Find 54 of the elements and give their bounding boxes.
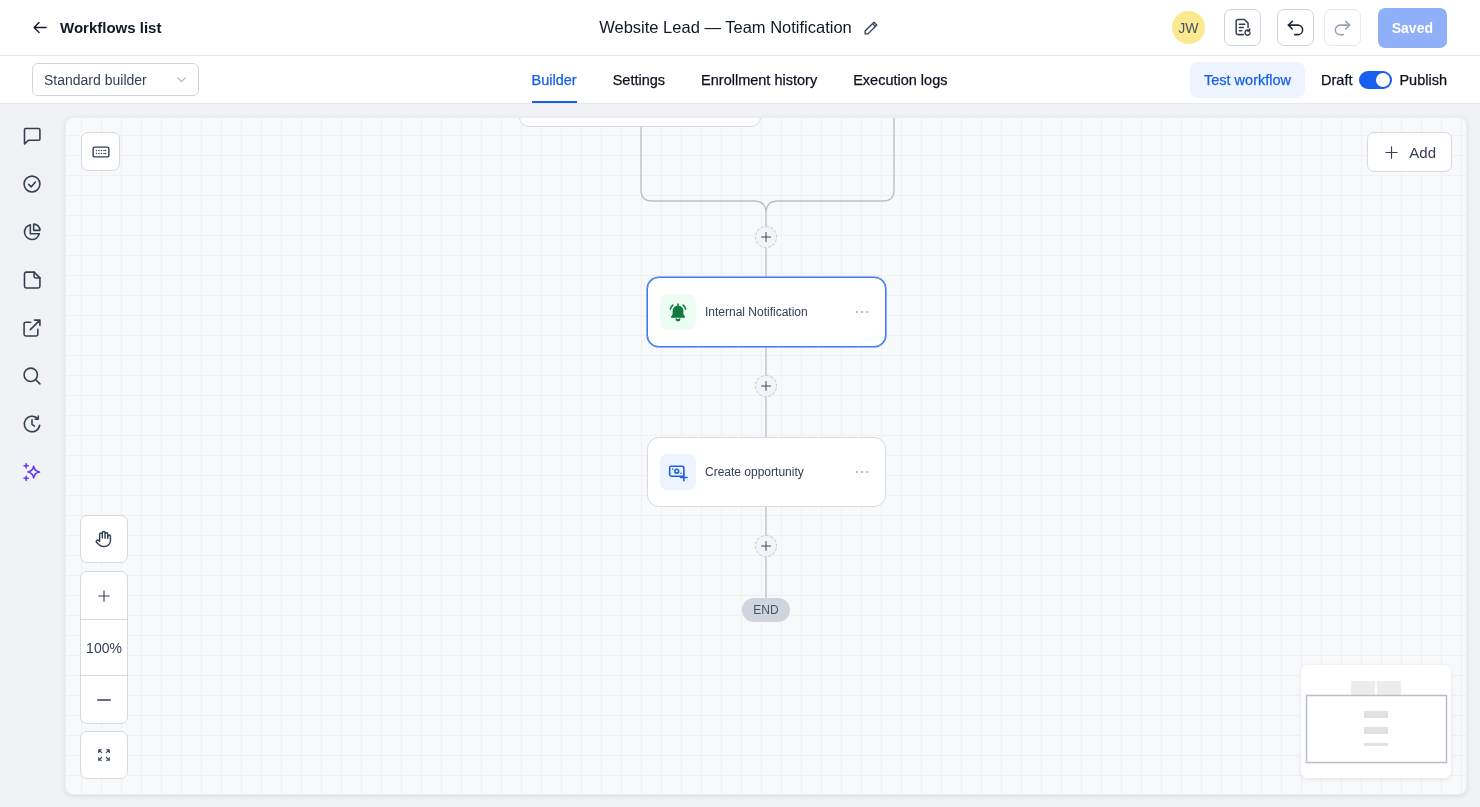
search-icon[interactable] bbox=[22, 366, 42, 386]
plus-icon bbox=[97, 588, 111, 603]
document-refresh-button[interactable] bbox=[1223, 9, 1261, 46]
add-step-button[interactable] bbox=[755, 535, 777, 557]
user-avatar: JW bbox=[1171, 11, 1205, 44]
connector-line bbox=[765, 506, 767, 536]
test-workflow-button[interactable]: Test workflow bbox=[1190, 61, 1305, 98]
keyboard-button[interactable] bbox=[81, 132, 120, 171]
connector-line bbox=[765, 396, 767, 438]
check-circle-icon[interactable] bbox=[22, 174, 42, 194]
add-step-button[interactable] bbox=[755, 226, 777, 248]
plus-icon bbox=[760, 380, 772, 392]
add-step-button[interactable] bbox=[755, 375, 777, 397]
flow-node[interactable]: Create opportunity bbox=[647, 437, 886, 507]
connector-line bbox=[765, 556, 767, 599]
add-button[interactable]: Add bbox=[1367, 132, 1452, 172]
minus-icon bbox=[97, 698, 111, 701]
hand-icon bbox=[95, 530, 113, 548]
toggle-label: Publish bbox=[1399, 71, 1447, 88]
bell-icon bbox=[660, 294, 696, 330]
chat-icon[interactable] bbox=[22, 126, 42, 146]
plus-icon bbox=[760, 540, 772, 552]
workflow-title: Website Lead — Team Notification bbox=[599, 18, 852, 37]
connector-line bbox=[765, 247, 767, 278]
tab[interactable]: Execution logs bbox=[853, 56, 948, 103]
fit-view-button[interactable] bbox=[80, 731, 128, 779]
pencil-icon[interactable] bbox=[862, 19, 880, 36]
connector-line bbox=[765, 346, 767, 376]
pie-chart-icon[interactable] bbox=[22, 222, 42, 242]
end-marker: END bbox=[742, 598, 790, 622]
redo-icon bbox=[1332, 18, 1352, 37]
undo-icon bbox=[1285, 18, 1305, 37]
tab[interactable]: Settings bbox=[612, 56, 666, 103]
toggle-label: Draft bbox=[1321, 71, 1353, 88]
undo-button[interactable] bbox=[1276, 9, 1314, 46]
external-link-icon[interactable] bbox=[22, 318, 42, 338]
flow-node[interactable]: Internal Notification bbox=[647, 277, 886, 347]
pan-button[interactable] bbox=[80, 515, 128, 563]
node-label: Internal Notification bbox=[705, 305, 809, 319]
document-refresh-icon bbox=[1232, 18, 1252, 37]
plus-icon bbox=[1384, 144, 1400, 160]
back-link[interactable]: Workflows list bbox=[32, 19, 162, 36]
note-icon[interactable] bbox=[22, 270, 42, 290]
tab[interactable]: Enrollment history bbox=[701, 56, 818, 103]
sparkle-icon[interactable] bbox=[22, 462, 42, 482]
plus-icon bbox=[760, 231, 772, 243]
publish-toggle[interactable] bbox=[1359, 70, 1393, 89]
money-plus-icon bbox=[660, 454, 696, 490]
builder-select[interactable]: Standard builder bbox=[32, 63, 199, 96]
arrow-left-icon bbox=[32, 19, 49, 36]
expand-icon bbox=[97, 748, 111, 762]
history-icon[interactable] bbox=[22, 414, 42, 434]
node-label: Create opportunity bbox=[705, 465, 805, 479]
zoom-level: 100% bbox=[81, 619, 127, 676]
